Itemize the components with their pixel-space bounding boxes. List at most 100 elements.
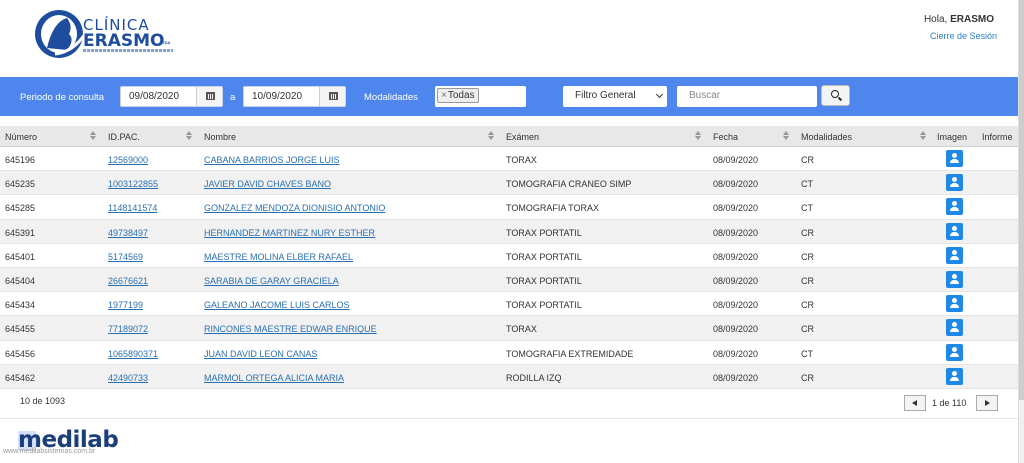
column-header-imagen: Imagen bbox=[937, 132, 968, 142]
cell-numero: 645434 bbox=[5, 300, 36, 311]
date-to-field[interactable]: 10/09/2020 bbox=[243, 86, 346, 107]
table-row: 645391 49738497 HERNANDEZ MARTINEZ NURY … bbox=[0, 219, 1018, 244]
cell-examen: TORAX bbox=[506, 155, 537, 165]
cell-examen: TOMOGRAFIA TORAX bbox=[506, 203, 600, 214]
cell-examen: TOMOGRAFIA CRANEO SIMP bbox=[506, 179, 632, 190]
view-image-button[interactable] bbox=[946, 319, 963, 337]
user-greeting: Hola, ERASMO bbox=[924, 14, 994, 25]
calendar-to-button[interactable] bbox=[319, 87, 345, 106]
cell-numero: 645404 bbox=[5, 275, 36, 286]
patient-name-link[interactable]: GALEANO JACOME LUIS CARLOS bbox=[204, 300, 350, 310]
cell-fecha: 08/09/2020 bbox=[713, 348, 759, 359]
cell-numero: 645235 bbox=[5, 179, 36, 190]
view-image-button[interactable] bbox=[946, 150, 963, 167]
sort-icon[interactable] bbox=[488, 131, 494, 140]
calendar-from-button[interactable] bbox=[196, 87, 222, 106]
cell-fecha: 08/09/2020 bbox=[713, 155, 759, 165]
previous-page-button[interactable] bbox=[904, 395, 926, 411]
user-icon bbox=[952, 370, 957, 376]
cell-fecha: 08/09/2020 bbox=[713, 179, 759, 190]
cell-fecha: 08/09/2020 bbox=[713, 324, 759, 335]
cell-fecha: 08/09/2020 bbox=[713, 275, 759, 286]
search-placeholder: Buscar bbox=[689, 90, 721, 101]
patient-id-link[interactable]: 77189072 bbox=[108, 324, 148, 334]
patient-name-link[interactable]: JAVIER DAVID CHAVES BANO bbox=[204, 179, 331, 189]
user-icon bbox=[952, 201, 957, 207]
view-image-button[interactable] bbox=[946, 222, 963, 240]
user-icon-body bbox=[950, 279, 959, 284]
table-header: Número ID.PAC. Nombre Exámen Fecha Modal… bbox=[0, 126, 1018, 147]
patient-id-link[interactable]: 42490733 bbox=[108, 373, 148, 383]
patient-name-link[interactable]: MAESTRE MOLINA ELBER RAFAEL bbox=[204, 252, 353, 262]
view-image-button[interactable] bbox=[946, 343, 963, 361]
patient-id-link[interactable]: 1065890371 bbox=[108, 349, 158, 359]
scrollbar-thumb[interactable] bbox=[1019, 0, 1024, 400]
remove-tag-icon[interactable]: × bbox=[441, 90, 447, 101]
general-filter-select[interactable]: Filtro General bbox=[563, 86, 667, 107]
patient-id-link[interactable]: 49738497 bbox=[108, 228, 148, 238]
view-image-button[interactable] bbox=[946, 295, 963, 313]
user-icon-body bbox=[950, 328, 959, 333]
view-image-button[interactable] bbox=[946, 270, 963, 288]
user-icon bbox=[952, 225, 957, 231]
cell-examen: TORAX PORTATIL bbox=[506, 251, 582, 262]
column-header-fecha[interactable]: Fecha bbox=[713, 132, 738, 142]
patient-id-link[interactable]: 1977199 bbox=[108, 300, 143, 310]
user-icon-body bbox=[950, 183, 959, 188]
patient-id-link[interactable]: 5174569 bbox=[108, 252, 143, 262]
vendor-url: www.medilabsistemas.com.br bbox=[3, 448, 96, 455]
patient-name-link[interactable]: GONZALEZ MENDOZA DIONISIO ANTONIO bbox=[204, 203, 385, 213]
general-filter-value: Filtro General bbox=[575, 90, 636, 101]
cell-numero: 645456 bbox=[5, 348, 36, 359]
column-header-nombre[interactable]: Nombre bbox=[204, 132, 236, 142]
logout-link[interactable]: Cierre de Sesión bbox=[930, 31, 997, 41]
patient-name-link[interactable]: SARABIA DE GARAY GRACIELA bbox=[204, 276, 339, 286]
patient-name-link[interactable]: MARMOL ORTEGA ALICIA MARIA bbox=[204, 373, 344, 383]
patient-name-link[interactable]: JUAN DAVID LEON CANAS bbox=[204, 349, 317, 359]
next-page-button[interactable] bbox=[976, 395, 998, 411]
view-image-button[interactable] bbox=[946, 198, 963, 216]
user-icon bbox=[952, 153, 957, 158]
modalities-select[interactable]: ×Todas bbox=[435, 86, 526, 107]
column-header-examen[interactable]: Exámen bbox=[506, 132, 539, 142]
filter-bar: Periodo de consulta 09/08/2020 a 10/09/2… bbox=[0, 77, 1018, 116]
modality-tag[interactable]: ×Todas bbox=[437, 88, 479, 103]
greeting-prefix: Hola, bbox=[923, 14, 948, 25]
sort-icon[interactable] bbox=[90, 131, 96, 140]
search-input[interactable]: Buscar bbox=[677, 86, 817, 107]
sort-icon[interactable] bbox=[186, 131, 192, 140]
sort-icon[interactable] bbox=[783, 131, 789, 140]
calendar-icon bbox=[329, 92, 338, 100]
user-icon bbox=[952, 298, 957, 304]
period-label: Periodo de consulta bbox=[20, 92, 104, 103]
cell-modalidad: CR bbox=[801, 324, 814, 335]
cell-modalidad: CR bbox=[801, 227, 814, 238]
patient-id-link[interactable]: 1148141574 bbox=[108, 203, 157, 213]
view-image-button[interactable] bbox=[946, 174, 963, 192]
date-from-field[interactable]: 09/08/2020 bbox=[120, 86, 223, 107]
patient-id-link[interactable]: 26676621 bbox=[108, 276, 148, 286]
table-row: 645434 1977199 GALEANO JACOME LUIS CARLO… bbox=[0, 292, 1018, 317]
column-header-informe: Informe bbox=[982, 132, 1013, 142]
cell-examen: TORAX PORTATIL bbox=[506, 275, 582, 286]
column-header-modalidades[interactable]: Modalidades bbox=[801, 132, 852, 142]
logo-line-2: ERASMO bbox=[83, 31, 165, 51]
patient-name-link[interactable]: CABANA BARRIOS JORGE LUIS bbox=[204, 155, 340, 165]
patient-id-link[interactable]: 12569000 bbox=[108, 155, 148, 165]
patient-name-link[interactable]: RINCONES MAESTRE EDWAR ENRIQUE bbox=[204, 324, 377, 334]
patient-name-link[interactable]: HERNANDEZ MARTINEZ NURY ESTHER bbox=[204, 228, 375, 238]
search-button[interactable] bbox=[821, 85, 850, 106]
sort-icon[interactable] bbox=[695, 131, 701, 140]
modality-tag-label: Todas bbox=[447, 90, 475, 101]
patient-id-link[interactable]: 1003122855 bbox=[108, 179, 158, 189]
view-image-button[interactable] bbox=[946, 367, 963, 385]
column-header-numero[interactable]: Número bbox=[5, 132, 37, 142]
view-image-button[interactable] bbox=[946, 246, 963, 264]
cell-numero: 645196 bbox=[5, 155, 36, 165]
sort-icon[interactable] bbox=[920, 131, 926, 140]
header: CLÍNICA ERASMO LTDA Hola, ERASMO Cierre … bbox=[0, 0, 1024, 76]
cell-fecha: 08/09/2020 bbox=[713, 251, 759, 262]
search-icon-handle bbox=[837, 96, 843, 102]
vendor-logo: medilab bbox=[18, 427, 138, 461]
column-header-id[interactable]: ID.PAC. bbox=[108, 132, 140, 142]
